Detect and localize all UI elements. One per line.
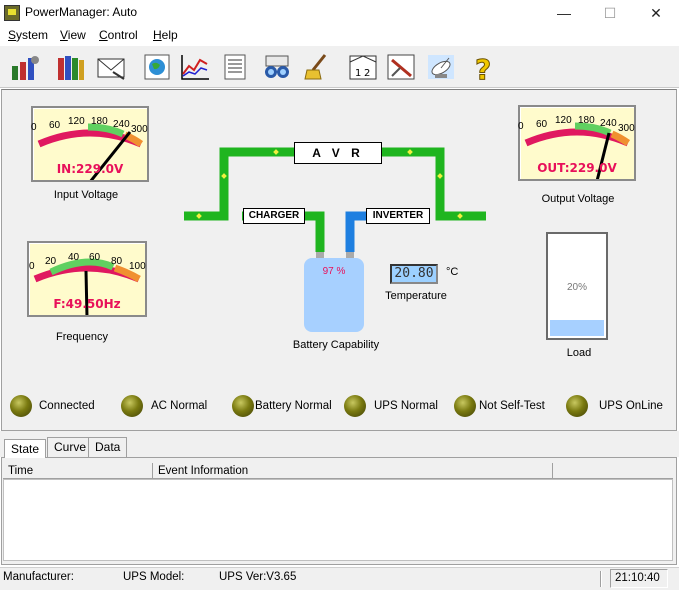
status-label-connected: Connected: [39, 400, 95, 412]
manufacturer-label: Manufacturer:: [3, 571, 74, 583]
tab-state[interactable]: State: [4, 439, 47, 458]
frequency-caption: Frequency: [56, 331, 108, 343]
column-event-information[interactable]: Event Information: [153, 463, 553, 479]
column-time[interactable]: Time: [3, 463, 153, 479]
load-gauge: 20%: [546, 232, 608, 340]
battery-caption: Battery Capability: [292, 339, 380, 351]
menu-control[interactable]: Control: [99, 28, 138, 42]
output-voltage-meter: 0 60 120 180 240 300 OUT:229.0V: [518, 105, 636, 181]
status-divider: [600, 571, 602, 587]
line-chart-icon[interactable]: [178, 51, 212, 83]
scale-label: 0: [31, 122, 37, 133]
input-voltage-readout: IN:229.0V: [56, 162, 124, 176]
event-table-header: Time Event Information: [3, 463, 673, 479]
status-led-battery-normal: [232, 395, 254, 417]
scale-label: 240: [600, 118, 617, 129]
tab-curve[interactable]: Curve: [47, 437, 94, 457]
load-caption: Load: [566, 347, 592, 359]
close-button[interactable]: ✕: [633, 0, 679, 26]
scale-label: 120: [68, 116, 85, 127]
status-label-self-test: Not Self-Test: [479, 400, 545, 412]
menu-view[interactable]: View: [60, 28, 86, 42]
ups-version-label: UPS Ver:V3.65: [219, 571, 297, 583]
scale-label: 180: [91, 116, 108, 127]
temperature-caption: Temperature: [385, 290, 447, 302]
status-led-self-test: [454, 395, 476, 417]
load-fill: [550, 320, 604, 336]
satellite-icon[interactable]: [424, 51, 458, 83]
menu-bar: System View Control Help: [0, 26, 679, 46]
scale-label: 300: [131, 124, 148, 135]
clock: 21:10:40: [610, 569, 668, 588]
scale-label: 40: [68, 252, 80, 263]
status-label-ac-normal: AC Normal: [151, 400, 208, 412]
battery-percent: 97 %: [322, 266, 346, 277]
scale-label: 0: [29, 261, 35, 272]
avr-label: A V R: [294, 142, 382, 164]
envelope-icon[interactable]: [94, 51, 128, 83]
load-percent: 20%: [566, 282, 587, 293]
status-bar: Manufacturer: UPS Model: UPS Ver:V3.65: [0, 567, 679, 590]
books-icon[interactable]: [54, 51, 88, 83]
input-voltage-meter: 0 60 120 180 240 300 IN:229.0V: [31, 106, 149, 182]
scale-label: 180: [578, 115, 595, 126]
temperature-unit: °C: [446, 266, 459, 278]
status-label-ups-normal: UPS Normal: [374, 400, 438, 412]
scale-label: 60: [49, 120, 61, 131]
menu-help[interactable]: Help: [153, 28, 178, 42]
help-icon[interactable]: ?: [468, 51, 502, 87]
list-icon[interactable]: [218, 51, 252, 83]
settings-icon[interactable]: [8, 51, 42, 83]
temperature-display: 20.80: [390, 264, 438, 284]
ups-model-label: UPS Model:: [123, 571, 185, 583]
minimize-button[interactable]: —: [541, 0, 587, 26]
status-led-ups-normal: [344, 395, 366, 417]
event-table-body[interactable]: [3, 479, 673, 561]
svg-text:2: 2: [364, 68, 370, 79]
battery-gauge: 97 %: [304, 258, 364, 332]
scale-label: 240: [113, 119, 130, 130]
scale-label: 300: [618, 123, 635, 134]
tools-icon[interactable]: [384, 51, 418, 83]
svg-text:1: 1: [355, 68, 361, 79]
status-label-ups-online: UPS OnLine: [599, 400, 663, 412]
broom-icon[interactable]: [300, 51, 334, 83]
title-bar: PowerManager: Auto — ☐ ✕: [0, 0, 679, 26]
status-led-connected: [10, 395, 32, 417]
calendar-icon[interactable]: 12: [346, 51, 380, 83]
svg-text:?: ?: [475, 53, 491, 82]
app-icon[interactable]: [4, 5, 20, 21]
output-voltage-readout: OUT:229.0V: [537, 161, 617, 175]
inverter-label: INVERTER: [366, 208, 430, 224]
window-title: PowerManager: Auto: [25, 5, 138, 19]
scale-label: 120: [555, 115, 572, 126]
input-voltage-caption: Input Voltage: [53, 189, 119, 201]
frequency-readout: F:49.50Hz: [53, 297, 121, 311]
status-led-ups-online: [566, 395, 588, 417]
binoculars-icon[interactable]: [260, 51, 294, 83]
scale-label: 20: [45, 256, 57, 267]
scale-label: 80: [111, 256, 123, 267]
scale-label: 0: [518, 121, 524, 132]
status-led-ac-normal: [121, 395, 143, 417]
tab-data[interactable]: Data: [88, 437, 128, 457]
menu-system[interactable]: System: [8, 28, 48, 42]
output-voltage-caption: Output Voltage: [541, 193, 615, 205]
scale-label: 100: [129, 261, 146, 272]
toolbar: 12 ?: [0, 46, 679, 88]
maximize-button[interactable]: ☐: [587, 0, 633, 26]
scale-label: 60: [89, 252, 101, 263]
status-label-battery-normal: Battery Normal: [255, 400, 332, 412]
scale-label: 60: [536, 119, 548, 130]
globe-icon[interactable]: [140, 51, 174, 83]
charger-label: CHARGER: [243, 208, 305, 224]
frequency-meter: 0 20 40 60 80 100 F:49.50Hz: [27, 241, 147, 317]
